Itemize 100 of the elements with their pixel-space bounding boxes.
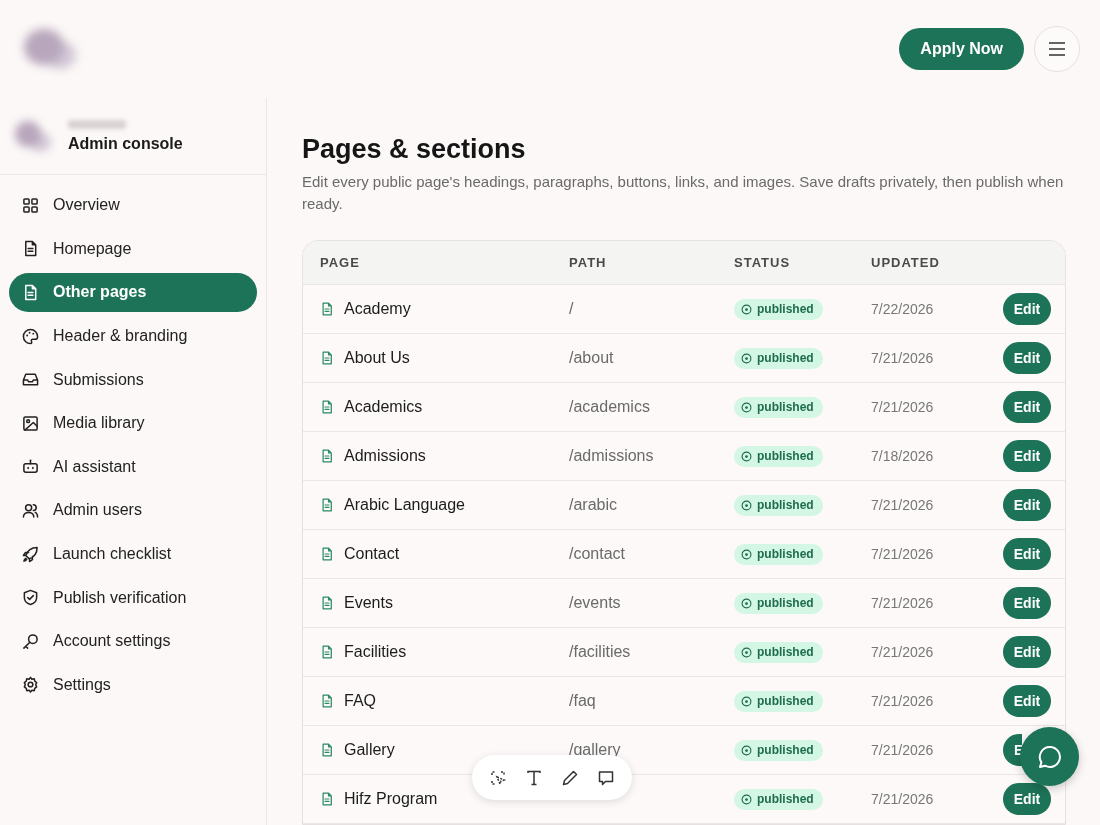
status-badge: published [734,494,823,516]
page-name: Admissions [344,447,426,465]
updated-date: 7/21/2026 [871,350,935,366]
select-icon[interactable] [489,768,507,787]
document-icon [320,644,334,660]
edit-button[interactable]: Edit [1003,587,1051,619]
edit-button[interactable]: Edit [1003,538,1051,570]
page-path: /events [569,594,622,612]
column-header: PAGE [320,255,361,270]
status-badge: published [734,690,823,712]
status-badge: published [734,347,823,369]
status-icon [741,303,752,315]
document-icon [320,350,334,366]
status-badge: published [734,298,823,320]
document-icon [320,399,334,415]
sidebar-item[interactable]: Other pages [9,273,257,312]
document-icon [320,301,334,317]
status-icon [741,499,752,511]
updated-date: 7/21/2026 [871,791,935,807]
updated-date: 7/22/2026 [871,301,935,317]
status-badge: published [734,543,823,565]
updated-date: 7/21/2026 [871,693,935,709]
edit-button[interactable]: Edit [1003,636,1051,668]
document-icon [320,742,334,758]
sidebar-item[interactable]: Settings [9,665,257,705]
page-name: Gallery [344,741,395,759]
page-name: Arabic Language [344,496,465,514]
edit-button[interactable]: Edit [1003,342,1051,374]
sidebar-item[interactable]: Publish verification [9,578,257,617]
document-icon [22,284,39,301]
page-name: Academy [344,300,411,318]
status-icon [741,646,752,658]
status-badge: published [734,739,823,761]
shield-icon [22,589,39,607]
page-description: Edit every public page's headings, paragraphs, buttons, links, and images. Save drafts privately, then publish when ready. [302,172,1065,214]
page-path: /arabic [569,496,619,514]
status-badge: published [734,788,823,810]
key-icon [22,632,39,650]
document-icon [320,693,334,709]
page-path: /contact [569,545,627,563]
users-icon [22,501,39,519]
status-icon [741,450,752,462]
page-name: FAQ [344,692,376,710]
updated-date: 7/21/2026 [871,497,935,513]
page-name: Contact [344,545,400,563]
edit-button[interactable]: Edit [1003,440,1051,472]
status-icon [741,695,752,707]
page-path: /facilities [569,643,632,661]
text-icon[interactable] [525,768,543,787]
column-header: UPDATED [871,255,941,270]
document-icon [320,497,334,513]
comment-icon[interactable] [597,768,615,787]
page-title: Pages & sections [302,134,527,165]
chat-icon [1036,743,1063,770]
sidebar-item[interactable]: Launch checklist [9,534,257,574]
document-icon [320,448,334,464]
updated-date: 7/21/2026 [871,546,935,562]
sidebar-item[interactable]: Homepage [9,229,257,269]
sidebar-item[interactable]: Overview [9,186,257,225]
palette-icon [22,327,39,345]
status-icon [741,548,752,560]
pencil-icon[interactable] [561,768,579,787]
status-badge: published [734,641,823,663]
blurred-label [68,119,126,129]
column-header: STATUS [734,255,792,270]
sidebar-item[interactable]: Submissions [9,360,257,399]
document-icon [22,240,39,258]
menu-icon [1048,42,1066,56]
page-name: Hifz Program [344,790,438,808]
page-path: / [569,300,575,318]
sidebar-item[interactable]: Account settings [9,621,257,661]
page-name: Academics [344,398,423,416]
page-name: About Us [344,349,410,367]
rocket-icon [22,545,39,563]
updated-date: 7/21/2026 [871,595,935,611]
sidebar-item[interactable]: Media library [9,403,257,443]
apply-now-button[interactable]: Apply Now [899,28,1024,70]
status-icon [741,744,752,756]
status-badge: published [734,592,823,614]
image-icon [22,414,39,432]
menu-button[interactable] [1034,26,1080,72]
edit-button[interactable]: Edit [1003,489,1051,521]
page-path: /admissions [569,447,655,465]
sidebar-item[interactable]: Header & branding [9,316,257,356]
page-path: /academics [569,398,651,416]
edit-button[interactable]: Edit [1003,293,1051,325]
status-badge: published [734,396,823,418]
status-icon [741,597,752,609]
gear-icon [22,676,39,694]
status-badge: published [734,445,823,467]
grid-icon [22,196,39,214]
edit-button[interactable]: Edit [1003,783,1051,815]
page-name: Facilities [344,643,407,661]
sidebar-item[interactable]: AI assistant [9,447,257,487]
sidebar-item[interactable]: Admin users [9,491,257,530]
document-icon [320,546,334,562]
edit-button[interactable]: Edit [1003,685,1051,717]
status-icon [741,793,752,805]
edit-button[interactable]: Edit [1003,391,1051,423]
console-subtitle: Admin console [68,134,183,153]
